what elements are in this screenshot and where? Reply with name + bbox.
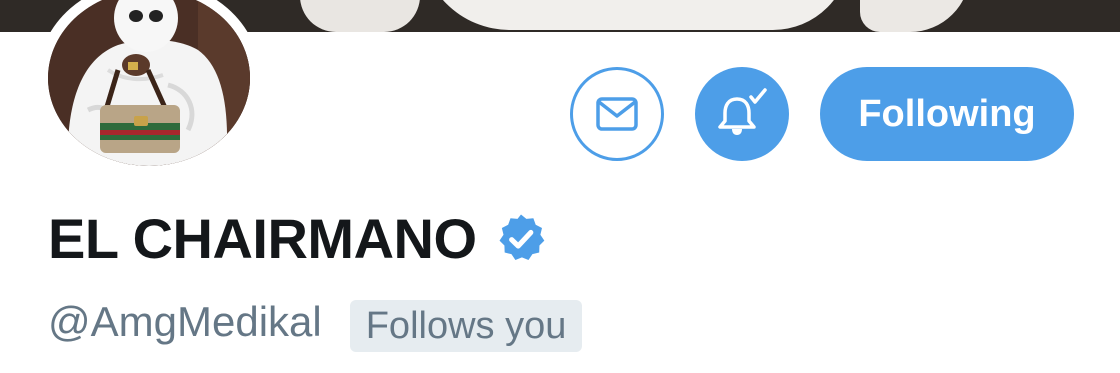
verified-badge-icon xyxy=(499,214,544,260)
follows-you-badge: Follows you xyxy=(349,300,583,352)
notifications-button[interactable] xyxy=(695,67,789,161)
bell-check-icon xyxy=(718,88,767,135)
envelope-icon xyxy=(596,97,638,131)
message-button[interactable] xyxy=(570,67,664,161)
banner-shape xyxy=(300,0,420,32)
banner-shape xyxy=(420,0,850,30)
display-name: EL CHAIRMANO xyxy=(48,207,477,270)
username-handle: @AmgMedikal xyxy=(48,298,322,345)
banner-shape xyxy=(860,0,970,32)
following-button[interactable]: Following xyxy=(820,67,1074,161)
profile-header: Following EL CHAIRMANO @AmgMedikal Follo… xyxy=(0,0,1120,373)
name-row: EL CHAIRMANO xyxy=(48,207,549,271)
handle-row: @AmgMedikal Follows you xyxy=(48,292,583,352)
